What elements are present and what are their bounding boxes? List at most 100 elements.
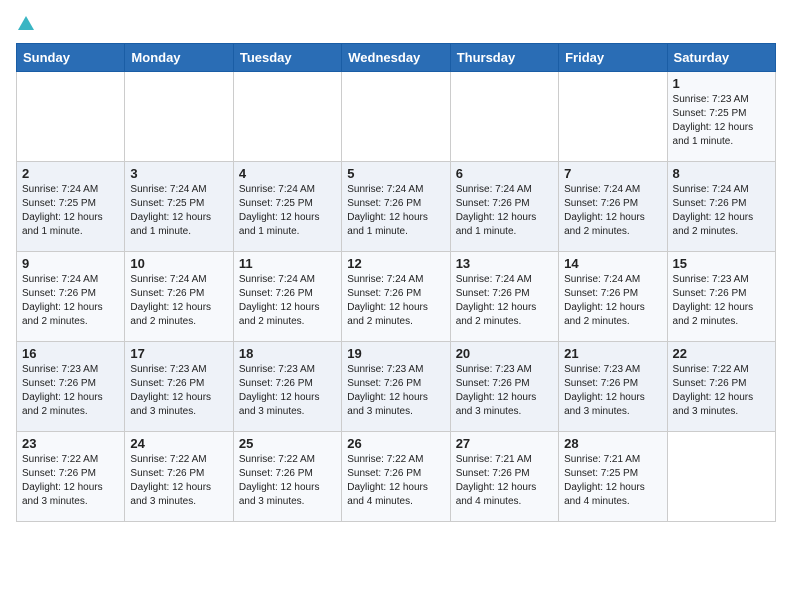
calendar-day-header: Monday — [125, 44, 233, 72]
calendar-header-row: SundayMondayTuesdayWednesdayThursdayFrid… — [17, 44, 776, 72]
day-info: Sunrise: 7:24 AM Sunset: 7:26 PM Dayligh… — [673, 183, 770, 239]
logo-triangle-icon — [18, 16, 34, 30]
calendar-cell: 8 Sunrise: 7:24 AM Sunset: 7:26 PM Daylig… — [667, 162, 775, 252]
calendar-week-row: 9Sunrise: 7:24 AM Sunset: 7:26 PM Daylig… — [17, 252, 776, 342]
day-info: Sunrise: 7:23 AM Sunset: 7:26 PM Dayligh… — [22, 363, 119, 419]
day-number: 17 — [130, 346, 227, 361]
day-info: Sunrise: 7:22 AM Sunset: 7:26 PM Dayligh… — [239, 453, 336, 509]
calendar-cell: 2 Sunrise: 7:24 AM Sunset: 7:25 PM Daylig… — [17, 162, 125, 252]
calendar-day-header: Friday — [559, 44, 667, 72]
calendar-cell: 13 Sunrise: 7:24 AM Sunset: 7:26 PM Dayli… — [450, 252, 558, 342]
calendar-cell: 11Sunrise: 7:24 AM Sunset: 7:26 PM Dayli… — [233, 252, 341, 342]
day-info: Sunrise: 7:24 AM Sunset: 7:26 PM Dayligh… — [564, 183, 661, 239]
day-number: 22 — [673, 346, 770, 361]
day-info: Sunrise: 7:24 AM Sunset: 7:26 PM Dayligh… — [456, 273, 553, 329]
calendar-cell: 26 Sunrise: 7:22 AM Sunset: 7:26 PM Dayli… — [342, 432, 450, 522]
calendar-day-header: Saturday — [667, 44, 775, 72]
day-number: 6 — [456, 166, 553, 181]
calendar-cell: 19 Sunrise: 7:23 AM Sunset: 7:26 PM Dayli… — [342, 342, 450, 432]
calendar-cell: 25 Sunrise: 7:22 AM Sunset: 7:26 PM Dayli… — [233, 432, 341, 522]
calendar-week-row: 1 Sunrise: 7:23 AM Sunset: 7:25 PM Daylig… — [17, 72, 776, 162]
day-number: 12 — [347, 256, 444, 271]
calendar-cell: 17 Sunrise: 7:23 AM Sunset: 7:26 PM Dayli… — [125, 342, 233, 432]
day-info: Sunrise: 7:23 AM Sunset: 7:26 PM Dayligh… — [564, 363, 661, 419]
day-info: Sunrise: 7:24 AM Sunset: 7:26 PM Dayligh… — [456, 183, 553, 239]
day-info: Sunrise: 7:23 AM Sunset: 7:26 PM Dayligh… — [130, 363, 227, 419]
day-info: Sunrise: 7:21 AM Sunset: 7:25 PM Dayligh… — [564, 453, 661, 509]
day-number: 18 — [239, 346, 336, 361]
day-number: 27 — [456, 436, 553, 451]
day-number: 28 — [564, 436, 661, 451]
day-info: Sunrise: 7:23 AM Sunset: 7:26 PM Dayligh… — [456, 363, 553, 419]
day-info: Sunrise: 7:24 AM Sunset: 7:26 PM Dayligh… — [347, 183, 444, 239]
day-number: 16 — [22, 346, 119, 361]
calendar-week-row: 2 Sunrise: 7:24 AM Sunset: 7:25 PM Daylig… — [17, 162, 776, 252]
calendar-cell — [559, 72, 667, 162]
day-info: Sunrise: 7:23 AM Sunset: 7:26 PM Dayligh… — [239, 363, 336, 419]
day-info: Sunrise: 7:22 AM Sunset: 7:26 PM Dayligh… — [673, 363, 770, 419]
calendar-cell: 1 Sunrise: 7:23 AM Sunset: 7:25 PM Daylig… — [667, 72, 775, 162]
day-number: 10 — [130, 256, 227, 271]
day-info: Sunrise: 7:22 AM Sunset: 7:26 PM Dayligh… — [130, 453, 227, 509]
calendar-week-row: 16 Sunrise: 7:23 AM Sunset: 7:26 PM Dayli… — [17, 342, 776, 432]
day-info: Sunrise: 7:23 AM Sunset: 7:25 PM Dayligh… — [673, 93, 770, 149]
calendar-day-header: Thursday — [450, 44, 558, 72]
calendar-day-header: Tuesday — [233, 44, 341, 72]
calendar-cell: 12Sunrise: 7:24 AM Sunset: 7:26 PM Dayli… — [342, 252, 450, 342]
day-info: Sunrise: 7:24 AM Sunset: 7:25 PM Dayligh… — [22, 183, 119, 239]
day-info: Sunrise: 7:24 AM Sunset: 7:26 PM Dayligh… — [130, 273, 227, 329]
calendar-cell — [667, 432, 775, 522]
calendar-cell: 14 Sunrise: 7:24 AM Sunset: 7:26 PM Dayli… — [559, 252, 667, 342]
day-number: 20 — [456, 346, 553, 361]
day-info: Sunrise: 7:23 AM Sunset: 7:26 PM Dayligh… — [673, 273, 770, 329]
day-number: 15 — [673, 256, 770, 271]
calendar-cell: 5 Sunrise: 7:24 AM Sunset: 7:26 PM Daylig… — [342, 162, 450, 252]
day-number: 4 — [239, 166, 336, 181]
calendar-cell — [125, 72, 233, 162]
day-info: Sunrise: 7:22 AM Sunset: 7:26 PM Dayligh… — [347, 453, 444, 509]
day-info: Sunrise: 7:24 AM Sunset: 7:26 PM Dayligh… — [564, 273, 661, 329]
day-number: 26 — [347, 436, 444, 451]
calendar-cell: 9Sunrise: 7:24 AM Sunset: 7:26 PM Daylig… — [17, 252, 125, 342]
day-number: 2 — [22, 166, 119, 181]
calendar-cell — [450, 72, 558, 162]
day-info: Sunrise: 7:22 AM Sunset: 7:26 PM Dayligh… — [22, 453, 119, 509]
calendar-cell: 3 Sunrise: 7:24 AM Sunset: 7:25 PM Daylig… — [125, 162, 233, 252]
calendar-cell: 18 Sunrise: 7:23 AM Sunset: 7:26 PM Dayli… — [233, 342, 341, 432]
day-info: Sunrise: 7:23 AM Sunset: 7:26 PM Dayligh… — [347, 363, 444, 419]
calendar-day-header: Wednesday — [342, 44, 450, 72]
calendar-cell: 24Sunrise: 7:22 AM Sunset: 7:26 PM Dayli… — [125, 432, 233, 522]
calendar-week-row: 23Sunrise: 7:22 AM Sunset: 7:26 PM Dayli… — [17, 432, 776, 522]
day-number: 8 — [673, 166, 770, 181]
calendar-cell: 6 Sunrise: 7:24 AM Sunset: 7:26 PM Daylig… — [450, 162, 558, 252]
day-number: 3 — [130, 166, 227, 181]
day-number: 21 — [564, 346, 661, 361]
calendar-cell — [233, 72, 341, 162]
calendar-cell: 4 Sunrise: 7:24 AM Sunset: 7:25 PM Daylig… — [233, 162, 341, 252]
calendar-table: SundayMondayTuesdayWednesdayThursdayFrid… — [16, 43, 776, 522]
logo — [16, 16, 34, 35]
page-header — [16, 16, 776, 35]
day-number: 7 — [564, 166, 661, 181]
calendar-cell: 27 Sunrise: 7:21 AM Sunset: 7:26 PM Dayli… — [450, 432, 558, 522]
day-number: 25 — [239, 436, 336, 451]
calendar-cell: 22 Sunrise: 7:22 AM Sunset: 7:26 PM Dayli… — [667, 342, 775, 432]
day-info: Sunrise: 7:24 AM Sunset: 7:25 PM Dayligh… — [239, 183, 336, 239]
day-info: Sunrise: 7:21 AM Sunset: 7:26 PM Dayligh… — [456, 453, 553, 509]
calendar-day-header: Sunday — [17, 44, 125, 72]
day-number: 14 — [564, 256, 661, 271]
day-info: Sunrise: 7:24 AM Sunset: 7:25 PM Dayligh… — [130, 183, 227, 239]
calendar-cell: 10 Sunrise: 7:24 AM Sunset: 7:26 PM Dayli… — [125, 252, 233, 342]
day-info: Sunrise: 7:24 AM Sunset: 7:26 PM Dayligh… — [239, 273, 336, 329]
day-number: 19 — [347, 346, 444, 361]
calendar-cell: 15 Sunrise: 7:23 AM Sunset: 7:26 PM Dayli… — [667, 252, 775, 342]
calendar-cell: 7 Sunrise: 7:24 AM Sunset: 7:26 PM Daylig… — [559, 162, 667, 252]
day-number: 5 — [347, 166, 444, 181]
calendar-cell — [342, 72, 450, 162]
calendar-cell: 23Sunrise: 7:22 AM Sunset: 7:26 PM Dayli… — [17, 432, 125, 522]
day-number: 1 — [673, 76, 770, 91]
day-number: 13 — [456, 256, 553, 271]
calendar-cell: 21 Sunrise: 7:23 AM Sunset: 7:26 PM Dayli… — [559, 342, 667, 432]
calendar-cell: 20 Sunrise: 7:23 AM Sunset: 7:26 PM Dayli… — [450, 342, 558, 432]
calendar-cell: 28 Sunrise: 7:21 AM Sunset: 7:25 PM Dayli… — [559, 432, 667, 522]
